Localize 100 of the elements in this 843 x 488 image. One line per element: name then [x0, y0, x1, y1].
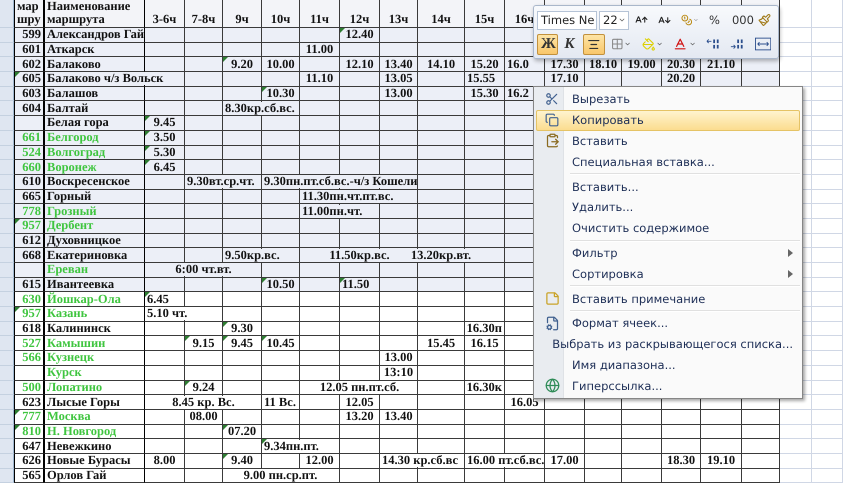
menu-item[interactable]: Гиперссылка... [536, 375, 800, 396]
route-name: Екатериновка [47, 248, 128, 262]
route-number: 630 [22, 292, 41, 306]
row-header[interactable] [0, 380, 14, 396]
time-entry: 12.05 пн.пт.сб. [320, 380, 400, 394]
route-name: Дербент [47, 219, 94, 232]
column-header: 15ч [474, 13, 494, 27]
decrease-decimal-icon [730, 37, 745, 51]
menu-item[interactable]: Сортировка [536, 263, 800, 284]
row-header[interactable] [0, 248, 14, 263]
row-header[interactable] [0, 263, 14, 278]
route-name: Москва [47, 410, 91, 424]
route-number: 778 [22, 204, 41, 218]
merge-cells-icon [754, 37, 771, 51]
time-entry: 11.30пн.чт.пт.вс. [302, 190, 394, 203]
menu-item[interactable]: Вставить примечание [536, 288, 800, 309]
column-header: Наименование маршрута [47, 0, 132, 27]
row-header[interactable] [0, 174, 14, 190]
time-entry: 16.15 [470, 336, 499, 350]
row-header[interactable] [0, 72, 14, 87]
toolbar-button[interactable]: % [704, 10, 726, 30]
time-entry: 16.2 [507, 87, 529, 100]
time-entry: 10.45 [266, 336, 295, 350]
toolbar-button[interactable]: К [560, 34, 582, 54]
route-number: 618 [22, 322, 41, 336]
format-cells-icon [544, 316, 560, 331]
route-name: Новые Бурасы [47, 454, 131, 468]
font-size-field[interactable]: 22 [599, 10, 629, 30]
time-entry: 20.20 [666, 72, 696, 86]
time-entry: 14.30 кр.сб.вс [382, 454, 458, 468]
row-header[interactable] [0, 336, 14, 352]
route-name: Камышин [47, 336, 106, 350]
row-header[interactable] [0, 130, 14, 146]
menu-item[interactable]: Вырезать [536, 89, 800, 110]
route-number: 602 [22, 58, 41, 71]
menu-item[interactable]: Имя диапазона... [536, 354, 800, 376]
time-entry: 15.55 [467, 72, 496, 86]
row-header[interactable] [0, 28, 14, 43]
row-header[interactable] [0, 146, 14, 160]
menu-item[interactable]: Фильтр [536, 242, 800, 264]
menu-item[interactable]: Формат ячеек... [536, 312, 800, 334]
row-header[interactable] [0, 116, 14, 131]
row-header[interactable] [0, 395, 14, 410]
row-header[interactable] [0, 57, 14, 72]
menu-item[interactable]: Выбрать из раскрывающегося списка... [536, 334, 800, 355]
time-entry: 12.00 [305, 454, 334, 468]
route-number: 665 [22, 190, 41, 203]
route-name: Ивантеевка [47, 278, 114, 292]
time-entry: 12.40 [345, 28, 374, 42]
row-header[interactable] [0, 322, 14, 336]
menu-item[interactable]: Удалить... [536, 196, 800, 218]
time-entry: 15.20 [470, 58, 499, 71]
row-header[interactable] [0, 424, 14, 440]
font-color-icon [673, 36, 688, 52]
row-header[interactable] [0, 160, 14, 175]
row-header[interactable] [0, 234, 14, 248]
menu-item[interactable]: Вставить [536, 130, 800, 152]
row-header[interactable] [0, 218, 14, 234]
row-header[interactable] [0, 439, 14, 454]
row-header[interactable] [0, 410, 14, 425]
row-header[interactable] [0, 468, 14, 484]
menu-item[interactable]: Копировать [536, 110, 800, 131]
time-entry: 12.05 [345, 396, 374, 409]
time-entry: 9.00 пн.ср.пт. [244, 468, 318, 482]
row-header[interactable] [0, 307, 14, 322]
row-header[interactable] [0, 366, 14, 380]
column-header: 13ч [388, 13, 408, 27]
toolbar-button[interactable]: Ж [537, 34, 558, 54]
row-header[interactable] [0, 42, 14, 58]
row-header[interactable] [0, 190, 14, 204]
time-entry: 8.30кр.сб.вс. [225, 102, 295, 115]
row-header[interactable] [0, 351, 14, 366]
route-name: Ереван [47, 263, 88, 276]
column-header: 12ч [350, 13, 370, 27]
row-header[interactable] [0, 292, 14, 308]
toolbar-button[interactable]: 000 [728, 10, 752, 30]
clipboard-icon [544, 133, 560, 148]
time-entry: 9.30 [231, 322, 253, 336]
time-entry: 9.30вт.ср.чт. [187, 175, 255, 188]
row-header[interactable] [0, 454, 14, 469]
font-name-field[interactable]: Times Ne [537, 10, 597, 30]
route-number: 957 [22, 219, 41, 232]
time-entry: 10.30 [266, 87, 295, 100]
time-entry: 13.00 [384, 351, 413, 364]
toolbar-button[interactable] [583, 34, 605, 54]
route-number: 615 [22, 278, 41, 292]
route-name: Воронеж [47, 160, 97, 174]
row-header[interactable] [0, 101, 14, 116]
row-header[interactable] [0, 204, 14, 219]
time-entry: 11.00 [306, 43, 334, 56]
corner-header[interactable] [0, 0, 14, 28]
menu-item[interactable]: Специальная вставка... [536, 151, 800, 172]
menu-item[interactable]: Очистить содержимое [536, 218, 800, 239]
row-header[interactable] [0, 278, 14, 292]
time-entry: 6.45 [147, 292, 169, 306]
route-name: Кузнецк [47, 351, 94, 364]
route-number: 957 [22, 307, 41, 320]
copy-icon [545, 113, 559, 128]
menu-item[interactable]: Вставить... [536, 176, 800, 197]
row-header[interactable] [0, 86, 14, 102]
